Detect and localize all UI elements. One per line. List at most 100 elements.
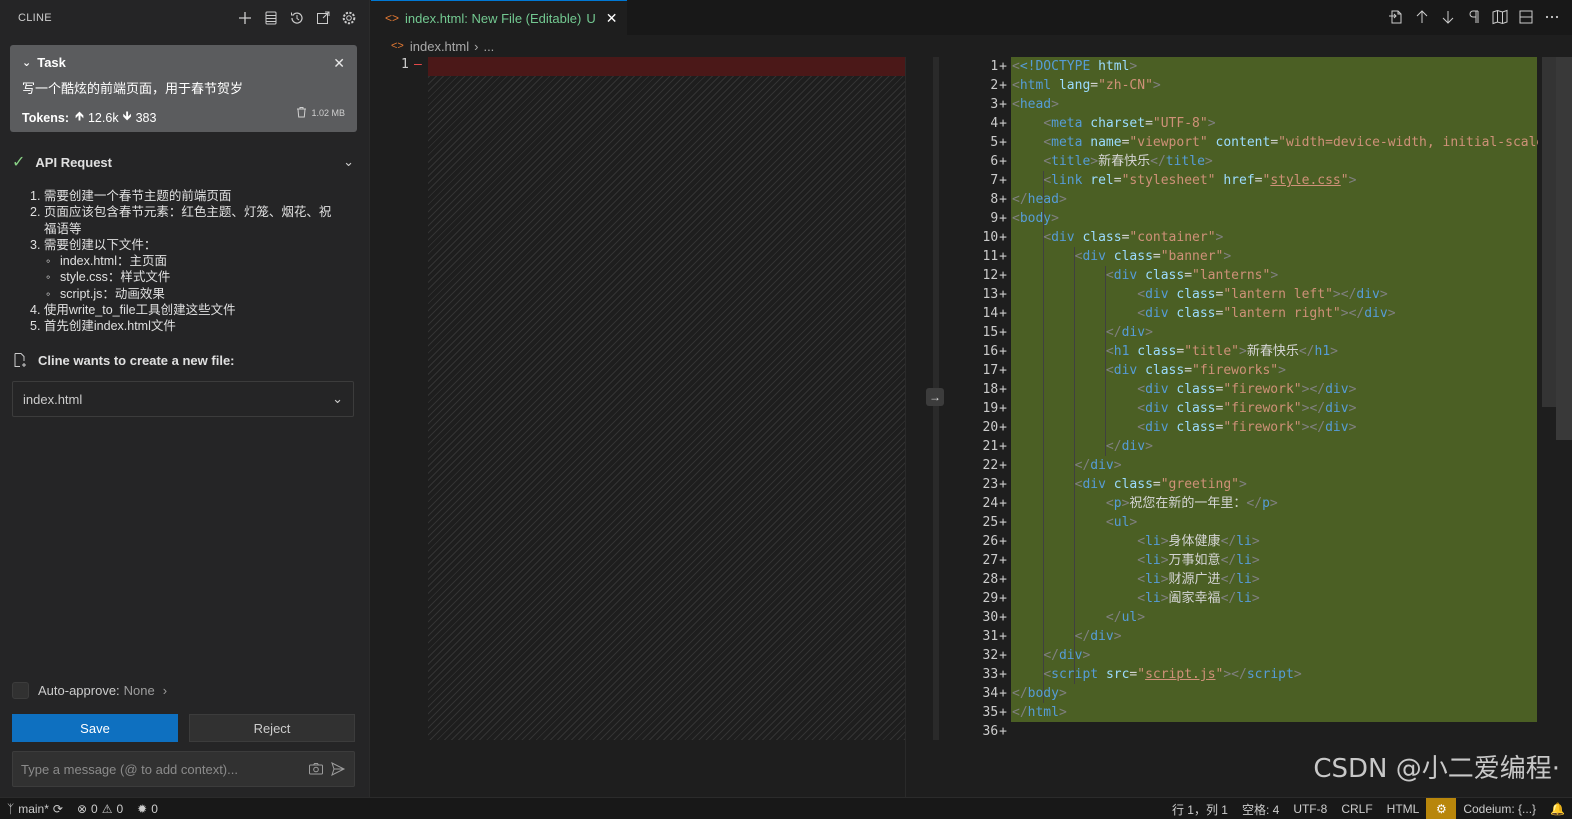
code-area[interactable]: <<!DOCTYPE html> <html lang="zh-CN"> <he… bbox=[1012, 57, 1538, 740]
task-header[interactable]: ⌄ Task bbox=[22, 55, 345, 70]
sync-icon[interactable]: ⟳ bbox=[53, 802, 63, 816]
list-item: 福语等 bbox=[44, 221, 82, 236]
line-number-value: 32 bbox=[982, 648, 999, 663]
reject-button[interactable]: Reject bbox=[189, 714, 355, 742]
ports-status[interactable]: ✹ 0 bbox=[130, 798, 165, 819]
line-number: 11+ bbox=[951, 247, 1011, 266]
trash-icon[interactable] bbox=[296, 106, 307, 120]
scrollbar[interactable] bbox=[905, 57, 919, 797]
plus-icon: + bbox=[999, 230, 1007, 245]
settings-gear-icon[interactable] bbox=[341, 10, 357, 26]
line-number: 5+ bbox=[951, 133, 1011, 152]
line-number: 26+ bbox=[951, 532, 1011, 551]
map-icon[interactable] bbox=[1492, 9, 1508, 25]
cursor-position[interactable]: 行 1，列 1 bbox=[1165, 798, 1235, 819]
line-number-value: 16 bbox=[982, 344, 999, 359]
chevron-down-icon: ⌄ bbox=[332, 391, 343, 406]
plus-icon: + bbox=[999, 59, 1007, 74]
line-number: 34+ bbox=[951, 684, 1011, 703]
line-number: 25+ bbox=[951, 513, 1011, 532]
line-number-value: 18 bbox=[982, 382, 999, 397]
file-dropdown[interactable]: index.html ⌄ bbox=[12, 381, 354, 417]
original-pane[interactable]: 1 — bbox=[371, 57, 919, 797]
line-number-value: 10 bbox=[982, 230, 999, 245]
task-size: 1.02 MB bbox=[296, 106, 345, 120]
breadcrumb-more[interactable]: ... bbox=[483, 39, 494, 54]
plus-icon: + bbox=[999, 686, 1007, 701]
code-line: </html> bbox=[1012, 705, 1067, 720]
auto-approve-checkbox[interactable] bbox=[12, 682, 29, 699]
watermark: CSDN @小二爱编程· bbox=[1313, 754, 1560, 784]
task-text: 写一个酷炫的前端页面，用于春节贺岁 bbox=[22, 81, 244, 96]
problems-status[interactable]: ⊗ 0 ⚠ 0 bbox=[70, 798, 130, 819]
message-input[interactable] bbox=[21, 761, 302, 777]
api-request-row[interactable]: ✓ API Request ⌄ bbox=[12, 152, 354, 172]
popout-icon[interactable] bbox=[315, 10, 331, 26]
split-editor-icon[interactable] bbox=[1518, 9, 1534, 25]
indentation[interactable]: 空格: 4 bbox=[1235, 798, 1286, 819]
codeium-status[interactable]: Codeium: {...} bbox=[1456, 798, 1543, 819]
tab-status: U bbox=[586, 10, 596, 26]
camera-icon[interactable] bbox=[308, 761, 324, 777]
code-line: <li>财源广进</li> bbox=[1137, 572, 1260, 587]
create-file-header: Cline wants to create a new file: bbox=[12, 352, 235, 368]
modified-pane[interactable]: 1+ 2+ 3+ 4+ 5+ 6+ 7+ 8+ 9+ 10+ 11+ 12+ 13+ 14+ 15+ 16+ 1… bbox=[951, 57, 1572, 740]
line-number-value: 20 bbox=[982, 420, 999, 435]
language-mode[interactable]: HTML bbox=[1380, 798, 1427, 819]
line-number: 27+ bbox=[951, 551, 1011, 570]
create-file-label: Cline wants to create a new file: bbox=[38, 352, 235, 368]
code-line: <div class="firework"></div> bbox=[1137, 420, 1357, 435]
plus-icon: + bbox=[999, 211, 1007, 226]
pilcrow-icon[interactable] bbox=[1466, 9, 1482, 25]
code-line: <body> bbox=[1012, 211, 1059, 226]
open-file-icon[interactable] bbox=[1388, 9, 1404, 25]
breadcrumb-file[interactable]: index.html bbox=[410, 39, 469, 54]
send-icon[interactable] bbox=[330, 761, 346, 777]
plus-icon: + bbox=[999, 439, 1007, 454]
history-icon[interactable] bbox=[289, 10, 305, 26]
line-number: 14+ bbox=[951, 304, 1011, 323]
arrow-up-icon[interactable] bbox=[1414, 9, 1430, 25]
auto-approve-row[interactable]: Auto-approve: None › bbox=[12, 682, 167, 699]
scrollbar-thumb[interactable] bbox=[1542, 57, 1556, 407]
encoding[interactable]: UTF-8 bbox=[1286, 798, 1334, 819]
tab-index-html[interactable]: <> index.html: New File (Editable) U ✕ bbox=[371, 0, 628, 35]
list-item: 4. 使用write_to_file工具创建这些文件 bbox=[30, 303, 236, 318]
more-icon[interactable] bbox=[1544, 9, 1560, 25]
close-icon[interactable]: ✕ bbox=[606, 10, 618, 27]
code-line: <div class="lantern right"></div> bbox=[1137, 306, 1396, 321]
arrow-down-icon[interactable] bbox=[1440, 9, 1456, 25]
close-icon[interactable]: ✕ bbox=[333, 55, 345, 72]
html-file-icon: <> bbox=[385, 11, 400, 25]
chevron-down-icon[interactable]: ⌄ bbox=[343, 154, 354, 170]
line-ending[interactable]: CRLF bbox=[1334, 798, 1379, 819]
code-line: <<!DOCTYPE html> bbox=[1012, 59, 1138, 74]
plus-icon: + bbox=[999, 648, 1007, 663]
minus-icon: — bbox=[414, 57, 422, 72]
line-number: 23+ bbox=[951, 475, 1011, 494]
line-number-value: 5 bbox=[990, 135, 999, 150]
new-task-icon[interactable] bbox=[237, 10, 253, 26]
line-number-value: 30 bbox=[982, 610, 999, 625]
arrow-right-icon[interactable]: → bbox=[926, 388, 944, 406]
save-button[interactable]: Save bbox=[12, 714, 178, 742]
line-number: 22+ bbox=[951, 456, 1011, 475]
line-number: 6+ bbox=[951, 152, 1011, 171]
line-number: 33+ bbox=[951, 665, 1011, 684]
tab-label: index.html: New File (Editable) bbox=[405, 10, 582, 26]
bell-icon[interactable]: 🔔 bbox=[1543, 798, 1572, 819]
line-number: 7+ bbox=[951, 171, 1011, 190]
task-label: Task bbox=[37, 55, 66, 70]
line-number: 4+ bbox=[951, 114, 1011, 133]
scrollbar[interactable] bbox=[1542, 57, 1556, 740]
git-branch-icon: ᛉ bbox=[7, 801, 15, 816]
mcp-servers-icon[interactable] bbox=[263, 10, 279, 26]
line-number: 30+ bbox=[951, 608, 1011, 627]
line-number: 35+ bbox=[951, 703, 1011, 722]
codeium-icon[interactable]: ⚙ bbox=[1426, 798, 1457, 819]
branch-status[interactable]: ᛉ main* ⟳ bbox=[0, 798, 70, 819]
code-line: <h1 class="title">新春快乐</h1> bbox=[1105, 344, 1338, 359]
plus-icon: + bbox=[999, 496, 1007, 511]
plus-icon: + bbox=[999, 420, 1007, 435]
